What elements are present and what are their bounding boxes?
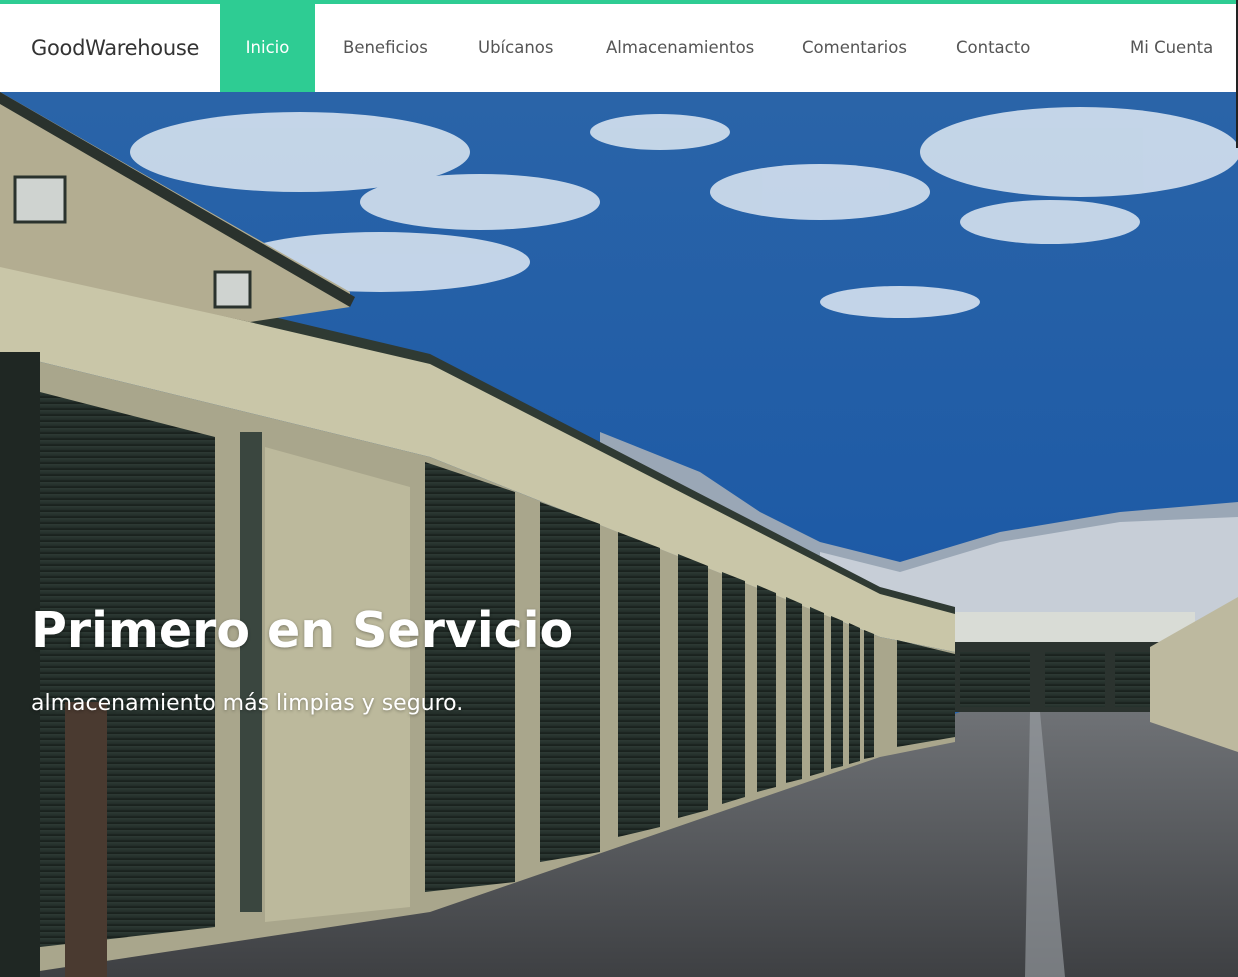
brand-logo[interactable]: GoodWarehouse [31, 4, 199, 92]
hero-banner: Primero en Servicio almacenamiento más l… [0, 92, 1238, 977]
nav-item-comentarios[interactable]: Comentarios [802, 4, 907, 92]
nav-item-mi-cuenta[interactable]: Mi Cuenta [1130, 4, 1213, 92]
nav-item-inicio[interactable]: Inicio [220, 4, 315, 92]
hero-subtitle: almacenamiento más limpias y seguro. [31, 691, 464, 716]
nav-item-contacto[interactable]: Contacto [956, 4, 1030, 92]
nav-item-ubicanos[interactable]: Ubícanos [478, 4, 553, 92]
main-navbar: GoodWarehouse Inicio Beneficios Ubícanos… [0, 4, 1238, 92]
nav-item-almacenamientos[interactable]: Almacenamientos [606, 4, 754, 92]
hero-title: Primero en Servicio [31, 602, 574, 659]
nav-item-beneficios[interactable]: Beneficios [343, 4, 428, 92]
hero-background-image [0, 92, 1238, 977]
